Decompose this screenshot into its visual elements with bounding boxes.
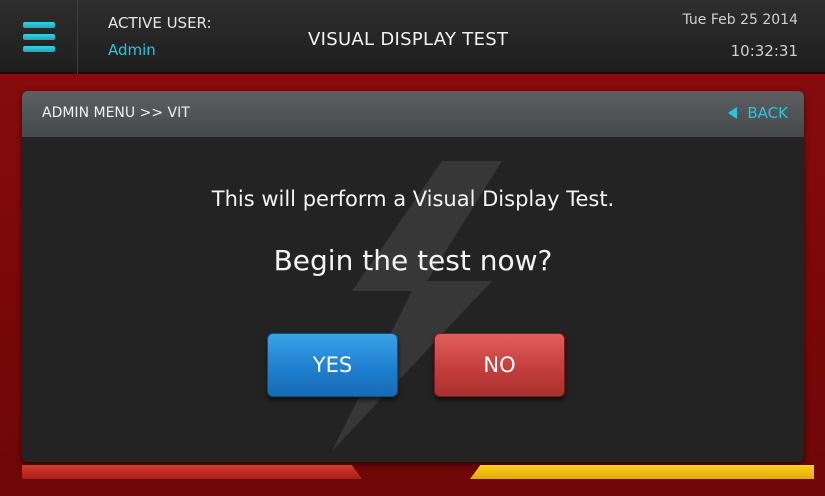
- footer-stripe-yellow: [470, 465, 814, 479]
- triangle-left-icon: [728, 107, 738, 119]
- current-date: Tue Feb 25 2014: [682, 12, 799, 28]
- yes-button[interactable]: YES: [267, 333, 398, 397]
- dialog-panel: ADMIN MENU >> VIT BACK This will perform…: [22, 91, 804, 462]
- panel-header: ADMIN MENU >> VIT BACK: [22, 91, 804, 137]
- menu-bar-line: [22, 34, 55, 40]
- menu-bar-line: [22, 46, 55, 52]
- page-title: VISUAL DISPLAY TEST: [308, 29, 509, 50]
- back-button-label: BACK: [747, 104, 788, 122]
- menu-bar-line: [22, 22, 55, 28]
- app-screen: ACTIVE USER: Admin VISUAL DISPLAY TEST T…: [0, 0, 825, 496]
- no-button[interactable]: NO: [434, 333, 565, 397]
- hamburger-menu-icon[interactable]: [0, 0, 78, 74]
- active-user-label: ACTIVE USER:: [108, 14, 212, 32]
- current-time: 10:32:31: [730, 42, 798, 60]
- breadcrumb: ADMIN MENU >> VIT: [42, 105, 190, 121]
- info-message: This will perform a Visual Display Test.: [211, 187, 615, 211]
- active-user-name: Admin: [108, 41, 156, 59]
- back-button[interactable]: BACK: [728, 104, 788, 122]
- footer-stripe-red: [22, 465, 362, 479]
- header-bar: ACTIVE USER: Admin VISUAL DISPLAY TEST T…: [0, 0, 825, 74]
- confirm-question: Begin the test now?: [273, 244, 553, 277]
